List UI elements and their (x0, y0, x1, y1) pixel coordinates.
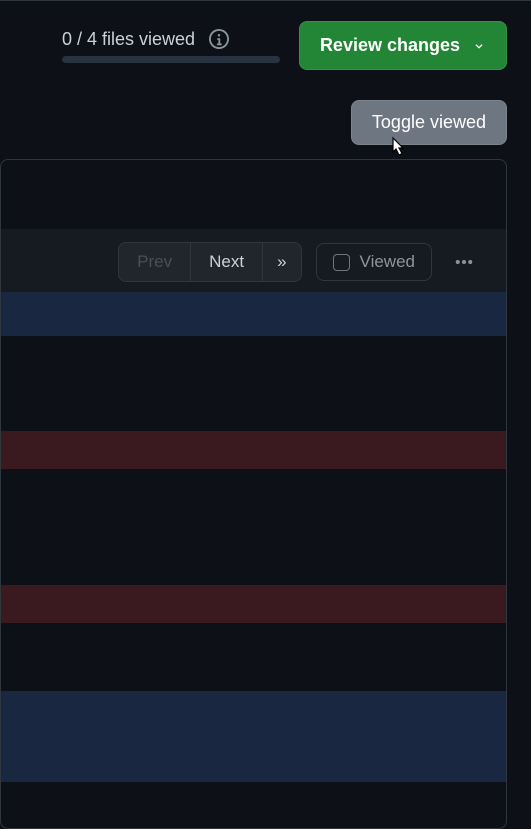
toggle-viewed-tooltip: Toggle viewed (351, 100, 507, 145)
nav-button-group: Prev Next » (118, 242, 301, 282)
tooltip-text: Toggle viewed (372, 112, 486, 132)
prev-button[interactable]: Prev (118, 242, 191, 282)
diff-toolbar: Prev Next » Viewed (1, 229, 506, 295)
next-button[interactable]: Next (191, 242, 263, 282)
diff-line-normal (1, 623, 506, 691)
caret-down-icon (472, 39, 486, 53)
review-changes-label: Review changes (320, 35, 460, 56)
info-icon[interactable] (209, 29, 229, 49)
diff-line-deletion (1, 585, 506, 623)
diff-line-hunk (1, 691, 506, 782)
more-options-button[interactable] (444, 244, 484, 280)
diff-line-hunk (1, 292, 506, 336)
viewed-toggle-button[interactable]: Viewed (316, 243, 432, 281)
files-viewed-group: 0 / 4 files viewed (62, 29, 280, 63)
diff-line-normal (1, 469, 506, 585)
header-row: 0 / 4 files viewed Review changes (0, 1, 531, 82)
review-changes-button[interactable]: Review changes (299, 21, 507, 70)
viewed-checkbox-icon (333, 254, 350, 271)
diff-panel: Prev Next » Viewed (0, 159, 507, 829)
viewed-label: Viewed (360, 252, 415, 272)
diff-lines-container (1, 292, 506, 828)
files-viewed-text: 0 / 4 files viewed (62, 29, 195, 50)
kebab-icon (454, 252, 474, 272)
diff-line-deletion (1, 431, 506, 469)
pointer-cursor-icon (386, 136, 406, 160)
expand-button[interactable]: » (263, 242, 301, 282)
diff-line-normal (1, 336, 506, 431)
files-viewed-row: 0 / 4 files viewed (62, 29, 229, 50)
progress-bar (62, 56, 280, 63)
